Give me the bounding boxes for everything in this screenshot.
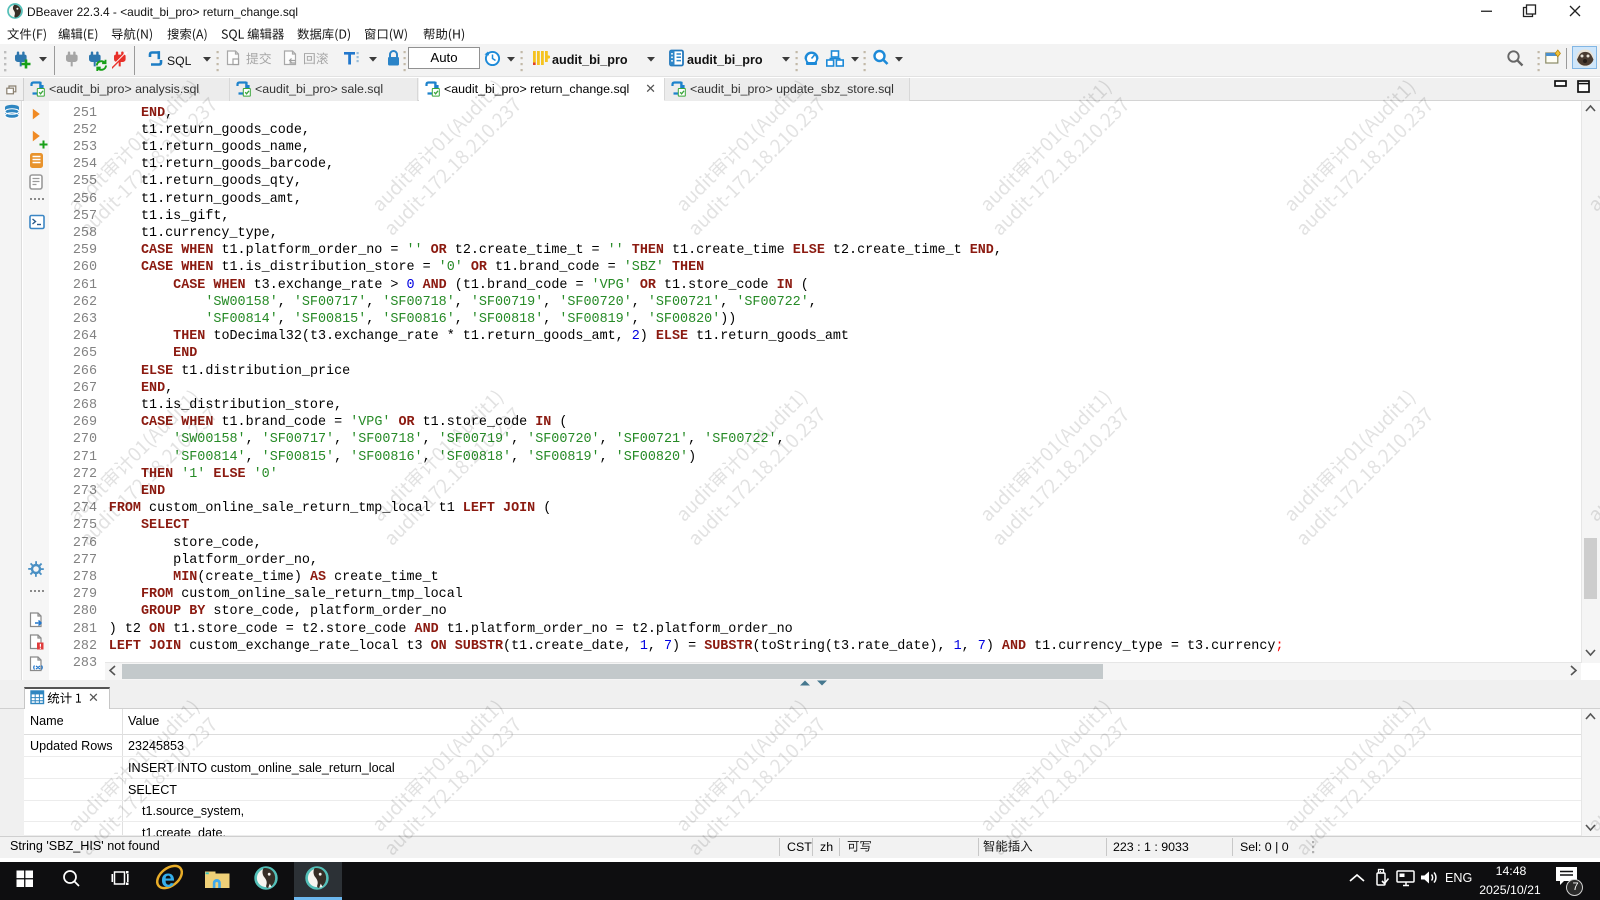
svg-text:e: e <box>161 865 175 893</box>
